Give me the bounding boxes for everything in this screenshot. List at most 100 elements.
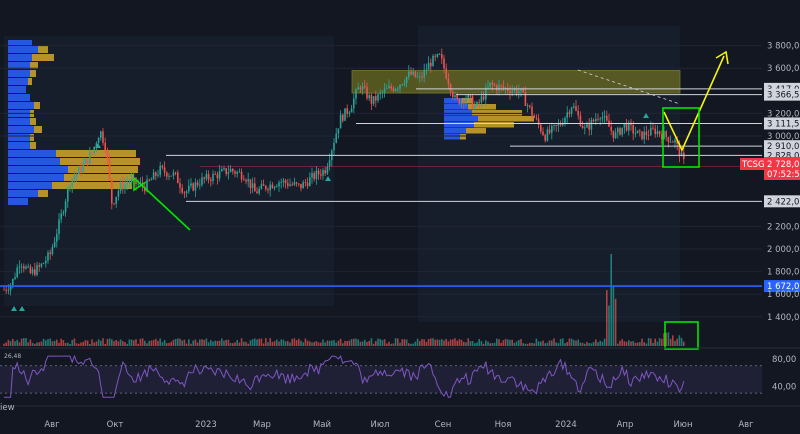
volume-bar (513, 342, 516, 346)
volume-bar (353, 338, 355, 346)
volume-bar (489, 343, 491, 346)
candle-body (414, 71, 417, 78)
volume-bar (608, 305, 610, 346)
profile-bar-blue (8, 78, 28, 85)
volume-bar (678, 335, 681, 346)
candle-body (91, 152, 93, 154)
volume-bar (403, 339, 406, 346)
candle-body (366, 87, 368, 99)
candle-body (218, 171, 221, 179)
candle-body (665, 131, 667, 138)
candle-body (667, 137, 670, 142)
volume-bar (53, 340, 56, 346)
volume-bar (104, 343, 106, 346)
time-tick-label: Июн (673, 420, 692, 430)
profile-bar-yellow (60, 158, 140, 165)
candle-body (524, 91, 527, 106)
candle-body (84, 158, 87, 164)
candle-body (612, 130, 615, 138)
candle-body (238, 171, 241, 173)
volume-bar (34, 343, 36, 346)
volume-bar (383, 339, 386, 346)
candle-body (122, 182, 124, 190)
volume-bar (579, 342, 582, 346)
candle-body (181, 187, 183, 193)
candle-body (548, 129, 551, 133)
candle-body (196, 182, 199, 186)
candle-body (410, 71, 412, 75)
volume-bar (203, 339, 205, 346)
candle-body (225, 168, 227, 174)
candle-body (174, 172, 177, 174)
volume-bar (522, 343, 524, 346)
volume-bar (397, 338, 399, 346)
volume-bar (163, 340, 166, 346)
candle-body (278, 182, 280, 187)
profile-bar-blue (8, 126, 34, 133)
level-tag[interactable]: 3 366,5 (764, 88, 800, 101)
candle-body (603, 115, 606, 118)
volume-bar (313, 341, 315, 346)
volume-bar (181, 340, 183, 346)
candle-body (634, 133, 637, 135)
volume-bar (75, 343, 78, 346)
candle-body (192, 183, 194, 191)
candle-body (487, 86, 489, 88)
volume-bar (141, 338, 144, 346)
volume-bar (669, 338, 672, 346)
volume-bar (529, 342, 531, 346)
candle-body (93, 146, 95, 154)
candle-body (75, 174, 78, 177)
time-tick-label: Июл (371, 420, 390, 430)
volume-bar (196, 342, 199, 346)
volume-bar (326, 340, 329, 346)
profile-bar-blue (8, 118, 30, 125)
candle-body (333, 142, 335, 151)
candle-body (60, 213, 62, 220)
price-tick-label: 3 200,0 (767, 109, 799, 119)
volume-bar (236, 339, 238, 346)
candle-body (375, 96, 377, 101)
candle-body (610, 126, 612, 131)
volume-bar (500, 342, 502, 346)
volume-bar (551, 340, 553, 346)
candle-body (100, 131, 102, 139)
volume-bar (586, 341, 588, 346)
candle-body (113, 203, 115, 205)
candle-body (56, 233, 58, 242)
volume-bar (7, 339, 10, 346)
volume-bar (573, 339, 575, 346)
level-tag[interactable]: 2 422,0 (764, 195, 800, 208)
candle-body (148, 179, 150, 181)
volume-bar (27, 342, 29, 346)
volume-bar (18, 342, 21, 346)
volume-bar (540, 341, 542, 346)
candle-body (7, 290, 10, 292)
volume-bar (643, 342, 645, 346)
volume-bar (546, 342, 549, 346)
candle-body (465, 97, 467, 103)
price-chart[interactable]: 3 417,03 366,53 111,52 910,02 828,02 422… (0, 0, 800, 434)
time-tick-label: 2024 (555, 420, 577, 430)
candle-body (592, 119, 595, 122)
candle-body (289, 184, 291, 186)
volume-bar (511, 339, 513, 346)
volume-bar (177, 338, 179, 346)
volume-bar (348, 340, 351, 346)
volume-bar (47, 339, 49, 346)
volume-bar (282, 339, 285, 346)
candle-body (425, 69, 428, 71)
volume-bar (388, 341, 390, 346)
time-tick-label: Авг (44, 420, 60, 430)
rsi-header: 26,48 (4, 353, 21, 360)
volume-bar (471, 340, 474, 346)
volume-bar (628, 340, 630, 346)
candle-body (588, 124, 590, 130)
volume-bar (674, 340, 676, 346)
candle-body (34, 269, 36, 275)
candle-body (542, 131, 544, 136)
profile-bar-blue (8, 182, 52, 189)
volume-bar (38, 342, 40, 346)
time-tick-label: 2023 (195, 420, 217, 430)
candle-body (471, 96, 474, 109)
